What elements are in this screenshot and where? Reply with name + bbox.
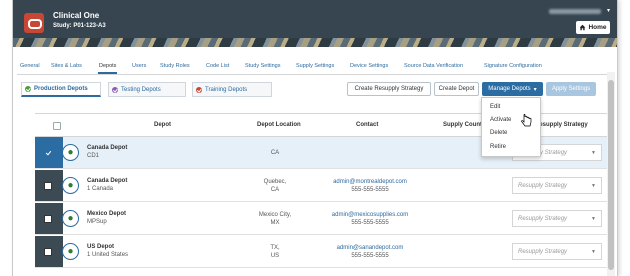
row-checkbox[interactable] — [44, 215, 52, 223]
tabs-divider — [17, 74, 607, 75]
contact-email[interactable]: admin@mexicosupplies.com — [325, 211, 415, 219]
depot-globe-icon: ● — [62, 144, 79, 161]
table-row[interactable]: ● Canada Depot 1 Canada Quebec, CA admin… — [35, 170, 609, 202]
menu-item-retire[interactable]: Retire — [490, 144, 506, 150]
column-depot[interactable]: Depot — [154, 122, 171, 128]
resupply-strategy-select[interactable]: Resupply Strategy ▼ — [512, 177, 602, 194]
depot-code: 1 United States — [87, 252, 129, 258]
depot-name: Mexico Depot — [87, 211, 127, 217]
home-button[interactable]: Home — [576, 21, 610, 34]
depot-name: Canada Depot — [87, 178, 128, 184]
depot-name: US Depot — [87, 244, 114, 250]
depot-code: CD1 — [87, 153, 100, 159]
depot-globe-icon: ● — [62, 177, 79, 194]
tab-device-settings[interactable]: Device Settings — [350, 63, 388, 69]
row-checkbox[interactable] — [44, 182, 52, 190]
resupply-placeholder: Resupply Strategy — [518, 215, 568, 222]
depot-globe-icon: ● — [62, 243, 79, 260]
subtab-training-label: Training Depots — [205, 86, 248, 93]
app-header: Clinical One Study: P01-123-A3 ▾ Home — [13, 0, 617, 47]
select-all-checkbox[interactable] — [53, 122, 61, 130]
tab-signature-configuration[interactable]: Signature Configuration — [484, 63, 542, 69]
app-title: Clinical One — [53, 11, 100, 20]
create-depot-button[interactable]: Create Depot — [434, 82, 479, 96]
tab-users[interactable]: Users — [132, 63, 146, 69]
resupply-placeholder: Resupply Strategy — [518, 182, 568, 189]
depot-location: CA — [270, 150, 280, 156]
resupply-placeholder: Resupply Strategy — [518, 248, 568, 255]
header-decorative-pattern — [13, 38, 617, 47]
user-menu-caret-icon[interactable]: ▾ — [607, 7, 610, 14]
app-window: Clinical One Study: P01-123-A3 ▾ Home Ge… — [12, 0, 618, 276]
resupply-strategy-select[interactable]: Resupply Strategy ▼ — [512, 243, 602, 260]
subtab-testing-label: Testing Depots — [121, 86, 161, 93]
create-resupply-strategy-button[interactable]: Create Resupply Strategy — [347, 82, 431, 96]
depot-location-city: Quebec, — [263, 179, 287, 185]
chevron-down-icon: ▾ — [533, 86, 537, 93]
table-row[interactable]: ● US Depot 1 United States TX, US admin@… — [35, 236, 609, 268]
depot-location-city: TX, — [270, 245, 280, 251]
production-check-icon — [25, 86, 31, 92]
apply-settings-button[interactable]: Apply Settings — [546, 82, 596, 96]
tab-sites-labs[interactable]: Sites & Labs — [51, 63, 82, 69]
tab-source-data-verification[interactable]: Source Data Verification — [404, 63, 463, 69]
chevron-down-icon: ▼ — [591, 216, 596, 222]
tab-study-settings[interactable]: Study Settings — [245, 63, 280, 69]
column-resupply-strategy[interactable]: Resupply Strategy — [535, 122, 588, 128]
vertical-scrollbar-thumb[interactable] — [608, 80, 614, 270]
menu-item-edit[interactable]: Edit — [490, 104, 500, 110]
manage-depots-label: Manage Depots — [488, 86, 531, 92]
tab-supply-settings[interactable]: Supply Settings — [296, 63, 334, 69]
subtab-testing-depots[interactable]: Testing Depots — [108, 82, 186, 97]
contact-phone: 555-555-5555 — [351, 253, 389, 259]
contact-phone: 555-555-5555 — [351, 220, 389, 226]
column-depot-location[interactable]: Depot Location — [257, 122, 301, 128]
hand-pointer-cursor-icon — [521, 114, 532, 127]
study-label: Study: P01-123-A3 — [53, 23, 106, 29]
row-checkbox[interactable] — [44, 149, 52, 157]
manage-depots-button[interactable]: Manage Depots ▾ — [482, 82, 543, 96]
depot-location-country: CA — [270, 187, 280, 193]
depot-name: Canada Depot — [87, 145, 128, 151]
chevron-down-icon: ▼ — [591, 150, 596, 156]
subtab-production-depots[interactable]: Production Depots — [21, 82, 101, 97]
depot-globe-icon: ● — [62, 210, 79, 227]
depot-location-country: US — [270, 253, 280, 259]
contact-email[interactable]: admin@sanandepot.com — [325, 244, 415, 252]
home-icon — [580, 24, 586, 31]
tab-depots[interactable]: Depots — [97, 63, 118, 74]
testing-icon — [112, 86, 118, 93]
home-button-label: Home — [588, 24, 607, 31]
contact-email[interactable]: admin@montrealdepot.com — [325, 178, 415, 186]
tab-code-list[interactable]: Code List — [206, 63, 229, 69]
oracle-logo-icon — [24, 13, 44, 33]
depot-code: 1 Canada — [87, 186, 114, 192]
chevron-down-icon: ▼ — [591, 183, 596, 189]
menu-item-delete[interactable]: Delete — [490, 130, 507, 136]
table-row[interactable]: ● Mexico Depot MPSup Mexico City, MX adm… — [35, 203, 609, 235]
depot-location-country: MX — [270, 220, 280, 226]
row-checkbox[interactable] — [44, 248, 52, 256]
user-menu-name[interactable] — [549, 9, 601, 14]
column-contact[interactable]: Contact — [356, 122, 378, 128]
contact-phone: 555-555-5555 — [351, 187, 389, 193]
subtab-production-label: Production Depots — [34, 86, 88, 92]
depot-code: MPSup — [87, 219, 107, 225]
training-icon — [196, 86, 202, 93]
depot-location-city: Mexico City, — [258, 212, 292, 218]
tab-general[interactable]: General — [20, 63, 40, 69]
subtab-training-depots[interactable]: Training Depots — [192, 82, 272, 97]
menu-item-activate[interactable]: Activate — [490, 117, 511, 123]
tab-study-roles[interactable]: Study Roles — [160, 63, 190, 69]
chevron-down-icon: ▼ — [591, 249, 596, 255]
resupply-strategy-select[interactable]: Resupply Strategy ▼ — [512, 210, 602, 227]
